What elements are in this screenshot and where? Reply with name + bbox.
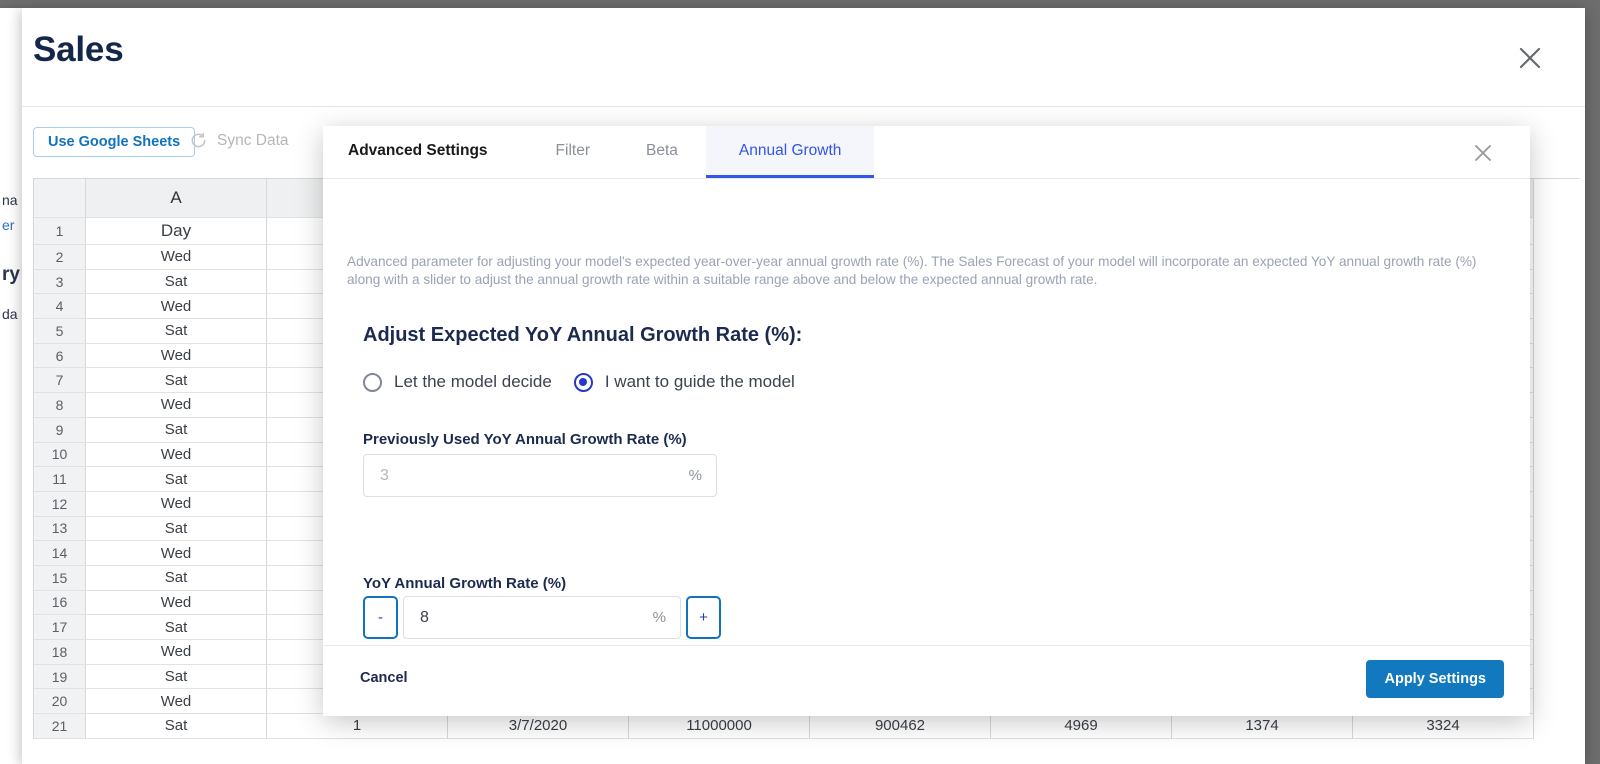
grid-cell[interactable]: Wed	[86, 590, 267, 616]
tab-annual-growth[interactable]: Annual Growth	[705, 126, 875, 178]
apply-settings-button[interactable]: Apply Settings	[1366, 660, 1504, 698]
radio-label-guide-the-model: I want to guide the model	[604, 372, 795, 391]
window-header: Sales	[22, 8, 1585, 107]
row-number[interactable]: 5	[34, 319, 86, 344]
row-number[interactable]: 19	[34, 664, 86, 690]
grid-cell[interactable]: Wed	[86, 640, 267, 665]
grid-cell[interactable]: Sat	[86, 565, 267, 591]
row-number[interactable]: 12	[34, 491, 86, 517]
modal-tabbar: Advanced Settings Filter Beta Annual Gro…	[323, 126, 1530, 179]
grid-cell[interactable]: Sat	[86, 368, 267, 394]
radio-guide-the-model[interactable]: I want to guide the model	[573, 372, 795, 392]
tab-beta[interactable]: Beta	[618, 126, 706, 178]
sync-data-label: Sync Data	[217, 131, 289, 149]
row-number[interactable]: 1	[34, 218, 86, 245]
annual-growth-modal: Advanced Settings Filter Beta Annual Gro…	[323, 126, 1530, 716]
decrement-button[interactable]: -	[363, 596, 398, 639]
screen: na er ry da Sales Use Google Sheets Sync…	[0, 0, 1600, 764]
close-icon[interactable]	[1517, 45, 1543, 71]
grid-cell[interactable]: Wed	[86, 245, 267, 270]
tab-advanced-settings: Advanced Settings	[348, 141, 488, 159]
grid-cell[interactable]: Wed	[86, 491, 267, 517]
previous-rate-field[interactable]: %	[363, 454, 717, 497]
grid-cell[interactable]: 11000000	[629, 714, 810, 739]
modal-body: Advanced parameter for adjusting your mo…	[323, 179, 1530, 645]
grid-cell[interactable]: 900462	[810, 714, 991, 739]
grid-cell[interactable]: Sat	[86, 319, 267, 344]
row-number[interactable]: 21	[34, 714, 86, 739]
growth-rate-input[interactable]	[418, 607, 645, 628]
peek-text-3: ry	[2, 264, 20, 285]
radio-let-model-decide[interactable]: Let the model decide	[363, 372, 552, 392]
grid-cell[interactable]: Sat	[86, 615, 267, 640]
use-google-sheets-button[interactable]: Use Google Sheets	[33, 127, 196, 157]
row-number[interactable]: 6	[34, 343, 86, 369]
modal-close-icon[interactable]	[1472, 142, 1494, 164]
row-number[interactable]: 15	[34, 565, 86, 591]
modal-footer: Cancel Apply Settings	[323, 645, 1530, 716]
percent-suffix: %	[652, 609, 666, 626]
growth-rate-field[interactable]: %	[403, 596, 681, 639]
previous-rate-label: Previously Used YoY Annual Growth Rate (…	[363, 431, 687, 448]
sync-data-button[interactable]: Sync Data	[189, 131, 289, 150]
peek-text-4: da	[2, 306, 18, 322]
row-number[interactable]: 16	[34, 590, 86, 616]
increment-button[interactable]: +	[686, 596, 721, 639]
previous-rate-input[interactable]	[378, 465, 681, 486]
column-header-a[interactable]: A	[86, 179, 267, 218]
percent-suffix: %	[688, 467, 702, 484]
row-number[interactable]: 9	[34, 417, 86, 443]
grid-cell[interactable]: 1	[267, 714, 448, 739]
row-number[interactable]: 11	[34, 467, 86, 492]
grid-cell[interactable]: Wed	[86, 541, 267, 566]
row-number[interactable]: 14	[34, 541, 86, 566]
peek-text-2: er	[2, 217, 15, 233]
grid-cell[interactable]: 4969	[991, 714, 1172, 739]
growth-rate-stepper: - % +	[363, 596, 721, 639]
row-number[interactable]: 7	[34, 368, 86, 394]
row-number[interactable]: 17	[34, 615, 86, 640]
radio-label-let-model-decide: Let the model decide	[394, 372, 552, 391]
grid-cell[interactable]: Sat	[86, 269, 267, 295]
background-left-panel: na er ry da	[0, 8, 22, 764]
grid-cell[interactable]: Wed	[86, 393, 267, 418]
refresh-icon	[189, 131, 208, 150]
grid-cell[interactable]: Sat	[86, 516, 267, 542]
radio-circle-selected-icon	[573, 372, 593, 392]
cancel-button[interactable]: Cancel	[360, 670, 408, 686]
row-number[interactable]: 18	[34, 640, 86, 665]
table-row[interactable]: 21 Sat 1 3/7/2020 11000000 900462 4969 1374 3324	[34, 714, 1579, 739]
grid-cell[interactable]: Sat	[86, 714, 267, 739]
grid-cell[interactable]: 3/7/2020	[448, 714, 629, 739]
grid-cell[interactable]: 1374	[1172, 714, 1353, 739]
growth-rate-label: YoY Annual Growth Rate (%)	[363, 575, 567, 592]
row-number[interactable]: 8	[34, 393, 86, 418]
page-title: Sales	[33, 30, 124, 69]
row-number[interactable]: 20	[34, 689, 86, 715]
row-number[interactable]: 13	[34, 516, 86, 542]
row-number[interactable]: 10	[34, 442, 86, 468]
grid-cell[interactable]: Wed	[86, 343, 267, 369]
grid-cell[interactable]: Sat	[86, 417, 267, 443]
grid-cell[interactable]: Wed	[86, 442, 267, 468]
growth-mode-radio-group: Let the model decide I want to guide the…	[363, 372, 817, 392]
grid-cell[interactable]: 3324	[1353, 714, 1534, 739]
grid-cell[interactable]: Sat	[86, 664, 267, 690]
peek-text-1: na	[2, 192, 18, 208]
modal-description: Advanced parameter for adjusting your mo…	[347, 254, 1477, 287]
radio-circle-icon	[363, 372, 382, 392]
grid-cell[interactable]: Sat	[86, 467, 267, 492]
tab-filter[interactable]: Filter	[528, 126, 618, 178]
corner-cell	[34, 179, 86, 218]
section-title: Adjust Expected YoY Annual Growth Rate (…	[363, 324, 803, 346]
row-number[interactable]: 3	[34, 269, 86, 295]
row-number[interactable]: 2	[34, 245, 86, 270]
grid-cell[interactable]: Day	[86, 218, 267, 245]
grid-cell[interactable]: Wed	[86, 689, 267, 715]
row-number[interactable]: 4	[34, 294, 86, 320]
grid-cell[interactable]: Wed	[86, 294, 267, 320]
